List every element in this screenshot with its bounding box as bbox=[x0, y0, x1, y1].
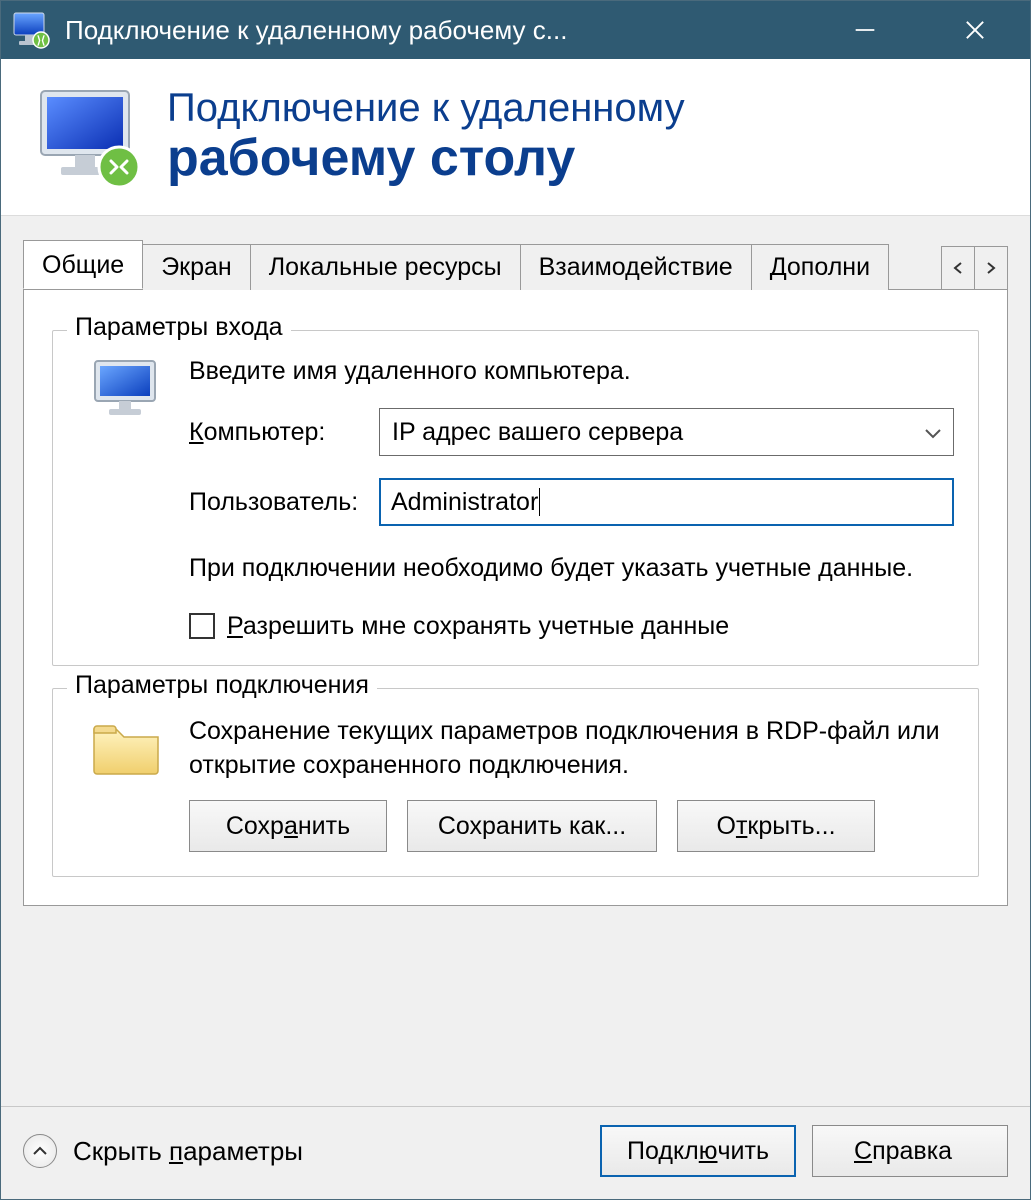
group-login: Параметры входа Введите имя удаленного к… bbox=[52, 330, 979, 666]
tab-display[interactable]: Экран bbox=[142, 244, 251, 290]
tab-local-resources[interactable]: Локальные ресурсы bbox=[250, 244, 521, 290]
computer-icon bbox=[77, 357, 177, 421]
toggle-options-link[interactable]: Скрыть параметры bbox=[73, 1136, 303, 1167]
rdp-monitor-icon bbox=[35, 83, 143, 191]
allow-save-checkbox[interactable] bbox=[189, 613, 215, 639]
computer-label: Компьютер: bbox=[189, 418, 379, 447]
computer-value: IP адрес вашего сервера bbox=[392, 418, 683, 447]
tab-scroll-left[interactable] bbox=[941, 246, 975, 290]
save-button[interactable]: Сохранить bbox=[189, 800, 387, 852]
tab-scroll-right[interactable] bbox=[974, 246, 1008, 290]
banner-text: Подключение к удаленному рабочему столу bbox=[167, 86, 685, 187]
save-as-button[interactable]: Сохранить как... bbox=[407, 800, 657, 852]
tab-experience[interactable]: Взаимодействие bbox=[520, 244, 752, 290]
group-connection: Параметры подключения Сохранение текущих… bbox=[52, 688, 979, 878]
computer-combobox[interactable]: IP адрес вашего сервера bbox=[379, 408, 954, 456]
chevron-down-icon bbox=[923, 418, 943, 447]
footer: Скрыть параметры Подключить Справка bbox=[1, 1106, 1030, 1199]
login-instruction: Введите имя удаленного компьютера. bbox=[189, 357, 954, 386]
connection-description: Сохранение текущих параметров подключени… bbox=[189, 715, 954, 783]
tab-general[interactable]: Общие bbox=[23, 240, 143, 289]
titlebar: ⟩⟨ Подключение к удаленному рабочему с..… bbox=[1, 1, 1030, 59]
credentials-note: При подключении необходимо будет указать… bbox=[189, 552, 954, 586]
help-button[interactable]: Справка bbox=[812, 1125, 1008, 1177]
rdp-dialog-window: ⟩⟨ Подключение к удаленному рабочему с..… bbox=[0, 0, 1031, 1200]
banner-line1: Подключение к удаленному bbox=[167, 86, 685, 130]
group-login-legend: Параметры входа bbox=[67, 313, 291, 342]
folder-icon bbox=[77, 715, 177, 779]
banner-line2: рабочему столу bbox=[167, 130, 685, 187]
banner: Подключение к удаленному рабочему столу bbox=[1, 59, 1030, 216]
username-value: Administrator bbox=[391, 488, 538, 517]
tab-panel-general: Параметры входа Введите имя удаленного к… bbox=[23, 289, 1008, 906]
user-label: Пользователь: bbox=[189, 488, 379, 517]
allow-save-label: Разрешить мне сохранять учетные данные bbox=[227, 612, 729, 641]
close-button[interactable] bbox=[920, 1, 1030, 59]
window-title: Подключение к удаленному рабочему с... bbox=[65, 15, 810, 46]
tab-advanced[interactable]: Дополни bbox=[751, 244, 889, 290]
username-input[interactable]: Administrator bbox=[379, 478, 954, 526]
minimize-button[interactable] bbox=[810, 1, 920, 59]
collapse-options-button[interactable] bbox=[23, 1134, 57, 1168]
open-button[interactable]: Открыть... bbox=[677, 800, 875, 852]
svg-text:⟩⟨: ⟩⟨ bbox=[37, 35, 46, 47]
app-icon: ⟩⟨ bbox=[11, 10, 51, 50]
connect-button[interactable]: Подключить bbox=[600, 1125, 796, 1177]
tabstrip: Общие Экран Локальные ресурсы Взаимодейс… bbox=[23, 240, 1008, 289]
group-connection-legend: Параметры подключения bbox=[67, 671, 377, 700]
